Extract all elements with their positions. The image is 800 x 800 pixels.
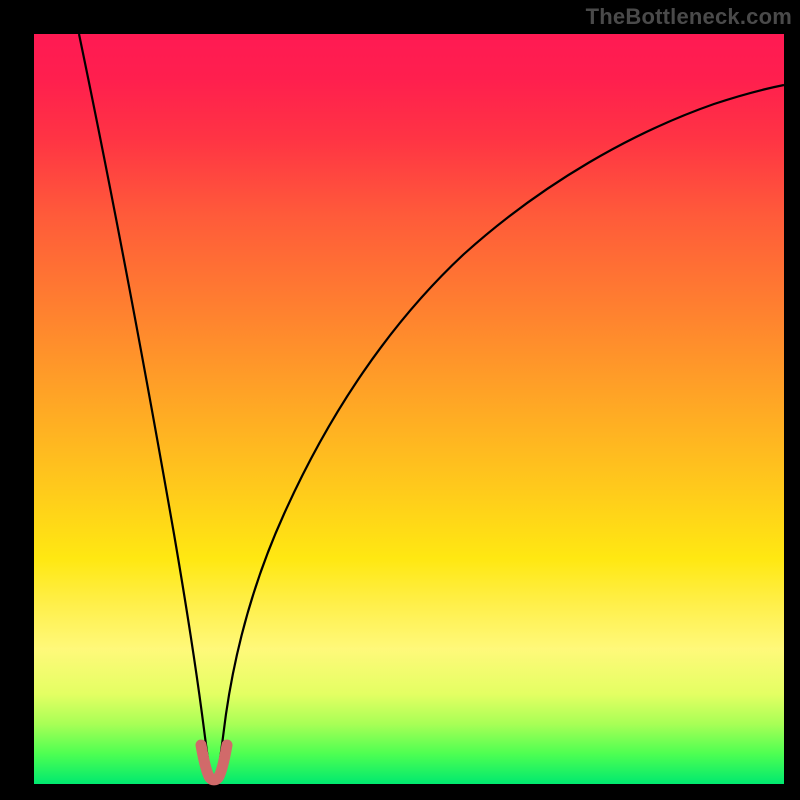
- chart-svg: [34, 34, 784, 784]
- chart-frame: TheBottleneck.com: [0, 0, 800, 800]
- watermark-text: TheBottleneck.com: [586, 4, 792, 30]
- bottleneck-curve: [79, 34, 784, 782]
- sweet-spot-marker: [201, 745, 227, 780]
